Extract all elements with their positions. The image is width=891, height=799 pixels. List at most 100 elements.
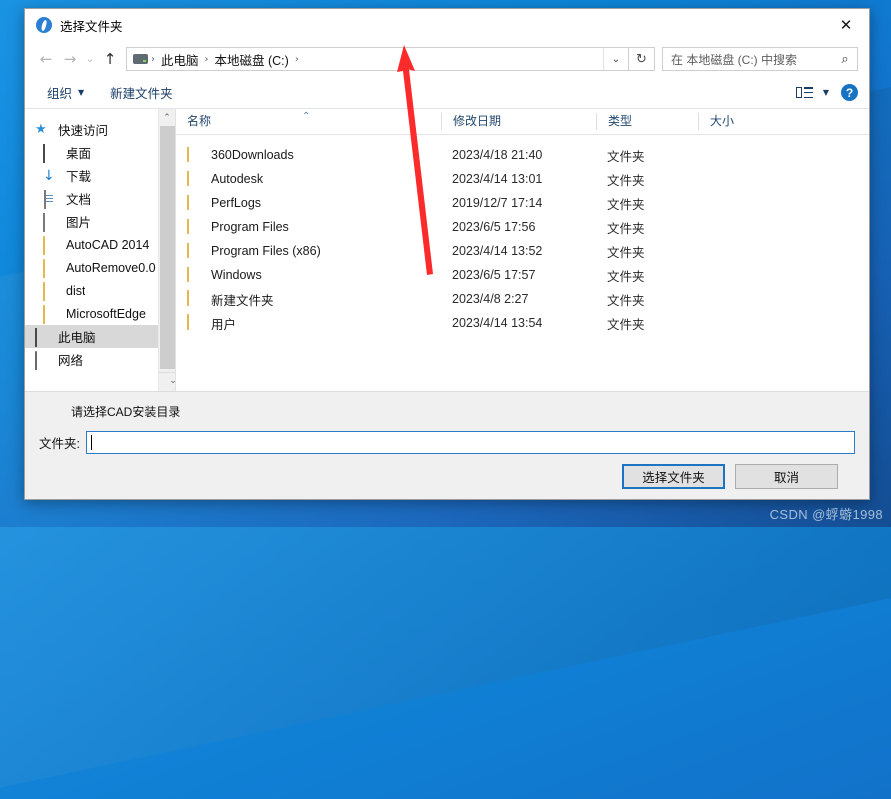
folder-tree: ★ 快速访问桌面⚲↓下载⚲文档⚲图片⚲AutoCAD 2014AutoRemove… (25, 118, 175, 371)
file-name-cell: Windows (176, 267, 441, 283)
sidebar-item-label: MicrosoftEdge (66, 306, 146, 321)
file-type-cell: 文件夹 (607, 293, 645, 308)
folder-field-label: 文件夹: (39, 437, 80, 451)
file-name-cell: Autodesk (176, 171, 441, 187)
sidebar-item[interactable]: 文档⚲ (25, 187, 175, 210)
navigation-pane: ★ 快速访问桌面⚲↓下载⚲文档⚲图片⚲AutoCAD 2014AutoRemove… (25, 109, 175, 391)
sidebar-item[interactable]: AutoCAD 2014 (25, 233, 175, 256)
file-name-label: Autodesk (211, 172, 264, 186)
chevron-down-icon: ▼ (822, 88, 829, 97)
search-input[interactable]: 在 本地磁盘 (C:) 中搜索 (663, 51, 833, 68)
bottom-pane: 请选择CAD安装目录 文件夹: 选择文件夹 取消 (25, 391, 869, 499)
select-folder-button[interactable]: 选择文件夹 (622, 464, 725, 489)
folder-input[interactable] (85, 431, 855, 454)
table-row[interactable]: 360Downloads 2023/4/18 21:40 文件夹 (176, 143, 869, 167)
sidebar-item[interactable]: 此电脑 (25, 325, 175, 348)
folder-field-row: 文件夹: (39, 431, 855, 454)
table-row[interactable]: Program Files 2023/6/5 17:56 文件夹 (176, 215, 869, 239)
folder-icon (43, 281, 59, 301)
document-icon (43, 189, 59, 209)
folder-icon (43, 304, 59, 324)
file-date-cell: 2023/6/5 17:56 (452, 220, 536, 234)
breadcrumb[interactable]: › 此电脑 › 本地磁盘 (C:) › (127, 50, 603, 69)
sidebar-item[interactable]: MicrosoftEdge (25, 302, 175, 325)
table-row[interactable]: PerfLogs 2019/12/7 17:14 文件夹 (176, 191, 869, 215)
folder-icon (187, 314, 203, 331)
table-row[interactable]: Program Files (x86) 2023/4/14 13:52 文件夹 (176, 239, 869, 263)
back-button[interactable]: ← (34, 47, 58, 71)
table-row[interactable]: 新建文件夹 2023/4/8 2:27 文件夹 (176, 287, 869, 311)
chevron-down-icon: ▼ (78, 88, 85, 97)
scroll-down-icon[interactable]: ⌄ (159, 372, 175, 391)
sidebar-item-label: 快速访问 (58, 124, 109, 138)
column-header-type[interactable]: 类型 (596, 113, 698, 130)
sidebar-scrollbar[interactable]: ⌃ ⌄ (158, 109, 175, 391)
folder-icon (187, 147, 203, 163)
scrollbar-thumb[interactable] (160, 126, 175, 369)
search-box[interactable]: 在 本地磁盘 (C:) 中搜索 ⌕ (662, 47, 858, 71)
prompt-text: 请选择CAD安装目录 (71, 405, 181, 419)
sidebar-item-label: 桌面 (66, 147, 92, 161)
sidebar-item[interactable]: ↓下载⚲ (25, 164, 175, 187)
folder-icon (187, 290, 203, 307)
organize-button[interactable]: 组织 ▼ (47, 83, 84, 102)
breadcrumb-separator: › (294, 53, 299, 65)
folder-icon (187, 219, 203, 235)
star-icon: ★ (35, 121, 47, 137)
monitor-icon (43, 143, 59, 163)
file-name-label: Program Files (x86) (211, 244, 321, 258)
file-list-pane: 名称 ⌃ 修改日期 类型 大小 360Downloads 2023/4/18 21… (176, 109, 869, 391)
close-icon[interactable]: ✕ (823, 10, 869, 40)
file-type-cell: 文件夹 (607, 149, 645, 164)
file-date-cell: 2023/4/14 13:52 (452, 244, 543, 258)
file-date-cell: 2023/4/8 2:27 (452, 292, 529, 306)
title-bar: 选择文件夹 ✕ (25, 9, 869, 41)
file-date-cell: 2023/4/14 13:01 (452, 172, 543, 186)
new-folder-button[interactable]: 新建文件夹 (110, 83, 173, 102)
monitor-icon (35, 327, 51, 347)
drive-icon (133, 54, 148, 64)
file-rows: 360Downloads 2023/4/18 21:40 文件夹 Autodesk 20… (176, 135, 869, 391)
file-name-label: Windows (211, 268, 262, 282)
help-icon[interactable]: ? (841, 84, 858, 101)
table-row[interactable]: Autodesk 2023/4/14 13:01 文件夹 (176, 167, 869, 191)
dialog-body: ★ 快速访问桌面⚲↓下载⚲文档⚲图片⚲AutoCAD 2014AutoRemove… (25, 109, 869, 391)
dialog-buttons: 选择文件夹 取消 (39, 464, 855, 489)
recent-locations-button[interactable]: ⌄ (82, 47, 98, 71)
sidebar-item[interactable]: ★ 快速访问 (25, 118, 175, 141)
breadcrumb-item-local-disk-c[interactable]: 本地磁盘 (C:) (210, 50, 294, 69)
chevron-down-icon[interactable]: ⌄ (603, 48, 628, 70)
up-button[interactable]: ↑ (98, 47, 122, 71)
folder-icon (187, 243, 203, 259)
navigation-bar: ← → ⌄ ↑ › 此电脑 › 本地磁盘 (C:) › ⌄ ↻ 在 本地磁盘 (… (25, 41, 869, 77)
cancel-button[interactable]: 取消 (735, 464, 838, 489)
sidebar-item[interactable]: 网络 (25, 348, 175, 371)
file-name-cell: PerfLogs (176, 195, 441, 211)
view-options-button[interactable]: ▼ (795, 87, 829, 98)
sidebar-item[interactable]: 桌面⚲ (25, 141, 175, 164)
sidebar-item[interactable]: 图片⚲ (25, 210, 175, 233)
text-caret (90, 435, 92, 450)
organize-label: 组织 (47, 87, 73, 101)
breadcrumb-item-this-pc[interactable]: 此电脑 (156, 50, 204, 69)
refresh-icon[interactable]: ↻ (629, 47, 655, 71)
column-header-date[interactable]: 修改日期 (441, 113, 596, 130)
column-headers: 名称 ⌃ 修改日期 类型 大小 (176, 109, 869, 135)
column-header-size[interactable]: 大小 (698, 113, 786, 130)
folder-icon (43, 235, 59, 255)
sidebar-item-label: 下载 (66, 170, 92, 184)
file-name-cell: 用户 (176, 314, 441, 333)
sidebar-item[interactable]: AutoRemove0.0 (25, 256, 175, 279)
scroll-up-icon[interactable]: ⌃ (159, 109, 175, 126)
sidebar-item-label: 文档 (66, 193, 92, 207)
column-header-name[interactable]: 名称 ⌃ (176, 111, 441, 130)
sidebar-item-label: dist (66, 283, 86, 298)
file-name-label: Program Files (211, 220, 289, 234)
address-bar[interactable]: › 此电脑 › 本地磁盘 (C:) › ⌄ (126, 47, 629, 71)
table-row[interactable]: 用户 2023/4/14 13:54 文件夹 (176, 311, 869, 335)
file-name-cell: Program Files (176, 219, 441, 235)
table-row[interactable]: Windows 2023/6/5 17:57 文件夹 (176, 263, 869, 287)
forward-button[interactable]: → (58, 47, 82, 71)
sidebar-item[interactable]: dist (25, 279, 175, 302)
view-layout-icon (795, 87, 813, 98)
